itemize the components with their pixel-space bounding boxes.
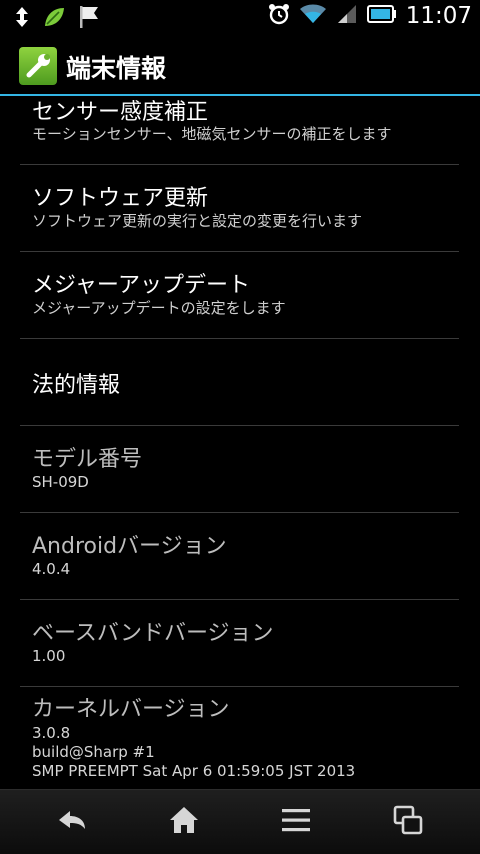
- home-icon: [169, 805, 199, 839]
- list-item-model-number: モデル番号 SH-09D: [0, 426, 480, 512]
- item-title: カーネルバージョン: [32, 697, 230, 722]
- list-item-sensor-calibration[interactable]: センサー感度補正 モーションセンサー、地磁気センサーの補正をします: [0, 96, 480, 164]
- list-item-major-update[interactable]: メジャーアップデート メジャーアップデートの設定をします: [0, 252, 480, 338]
- list-item-kernel-version: カーネルバージョン 3.0.8 build@Sharp #1 SMP PREEM…: [0, 687, 480, 789]
- status-bar-system: 11:07: [268, 3, 472, 29]
- item-title: メジャーアップデート: [32, 273, 251, 298]
- status-bar-notifications: [14, 4, 100, 34]
- wifi-icon: [299, 3, 327, 29]
- status-bar: 11:07: [0, 0, 480, 33]
- item-summary: メジャーアップデートの設定をします: [32, 299, 286, 317]
- action-bar: 端末情報: [0, 33, 480, 96]
- list-item-legal-info[interactable]: 法的情報: [0, 339, 480, 425]
- menu-button[interactable]: [276, 804, 316, 840]
- leaf-notification-icon: [42, 5, 66, 33]
- cell-signal-icon: [336, 3, 358, 29]
- item-title: ソフトウェア更新: [32, 186, 209, 211]
- item-summary-line: SMP PREEMPT Sat Apr 6 01:59:05 JST 2013: [32, 762, 356, 780]
- back-icon: [56, 808, 88, 836]
- wrench-settings-icon[interactable]: [19, 47, 57, 85]
- item-summary: ソフトウェア更新の実行と設定の変更を行います: [32, 212, 363, 230]
- battery-icon: [366, 4, 397, 28]
- recent-apps-icon: [393, 805, 423, 839]
- flag-notification-icon: [78, 4, 100, 34]
- item-title: 法的情報: [32, 373, 121, 398]
- list-item-android-version: Androidバージョン 4.0.4: [0, 513, 480, 599]
- alarm-clock-icon: [268, 3, 290, 29]
- clock: 11:07: [405, 3, 472, 29]
- menu-icon: [281, 807, 311, 837]
- navigation-bar: [0, 789, 480, 854]
- item-title: センサー感度補正: [32, 100, 209, 125]
- item-summary: SH-09D: [32, 473, 89, 491]
- item-summary-line: 3.0.8: [32, 724, 71, 742]
- usb-transfer-icon: [14, 6, 30, 32]
- item-title: モデル番号: [32, 447, 143, 472]
- recent-apps-button[interactable]: [388, 804, 428, 840]
- list-item-software-update[interactable]: ソフトウェア更新 ソフトウェア更新の実行と設定の変更を行います: [0, 165, 480, 251]
- item-title: Androidバージョン: [32, 534, 227, 559]
- item-summary: 4.0.4: [32, 560, 71, 578]
- list-item-baseband-version: ベースバンドバージョン 1.00: [0, 600, 480, 686]
- settings-list[interactable]: センサー感度補正 モーションセンサー、地磁気センサーの補正をします ソフトウェア…: [0, 96, 480, 789]
- back-button[interactable]: [52, 804, 92, 840]
- home-button[interactable]: [164, 804, 204, 840]
- item-summary: 1.00: [32, 647, 66, 665]
- item-title: ベースバンドバージョン: [32, 621, 274, 646]
- page-title: 端末情報: [66, 54, 167, 83]
- item-summary-line: build@Sharp #1: [32, 743, 155, 761]
- item-summary: モーションセンサー、地磁気センサーの補正をします: [32, 125, 392, 143]
